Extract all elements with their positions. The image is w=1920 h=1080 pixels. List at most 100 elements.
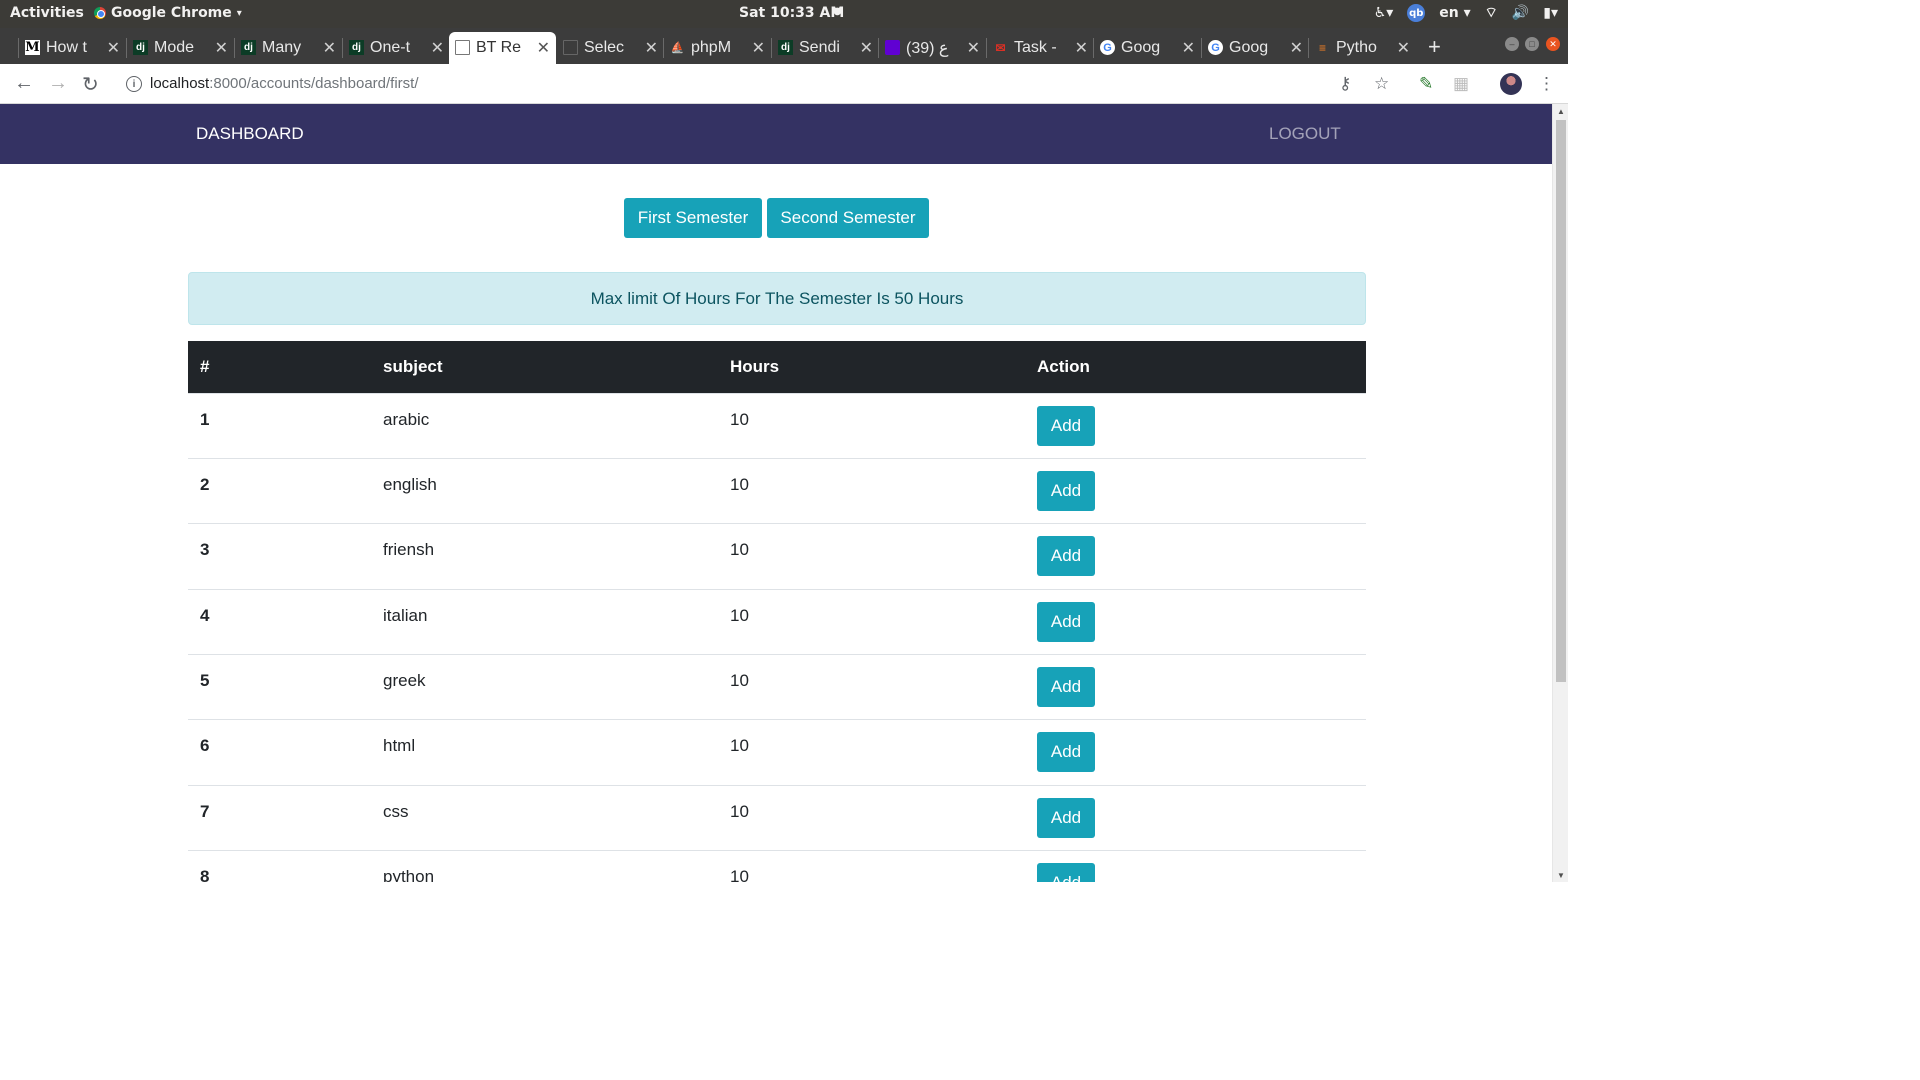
address-bar[interactable]: i localhost:8000/accounts/dashboard/firs… bbox=[120, 70, 1370, 98]
maximize-icon[interactable]: □ bbox=[1525, 37, 1539, 51]
close-icon[interactable]: ✕ bbox=[1290, 38, 1303, 58]
browser-tab[interactable]: dj One-t ✕ bbox=[342, 32, 450, 64]
add-button[interactable]: Add bbox=[1037, 602, 1095, 642]
language-indicator[interactable]: en ▾ bbox=[1439, 5, 1470, 21]
scrollbar-thumb[interactable] bbox=[1556, 120, 1566, 682]
tab-title: One-t bbox=[370, 39, 411, 56]
bookmark-star-icon[interactable]: ☆ bbox=[1374, 74, 1389, 94]
logout-link[interactable]: LOGOUT bbox=[1269, 124, 1341, 144]
accessibility-icon[interactable]: ♿▾ bbox=[1374, 5, 1394, 21]
document-icon bbox=[563, 40, 578, 55]
django-icon: dj bbox=[241, 40, 256, 55]
close-icon[interactable]: ✕ bbox=[215, 38, 228, 58]
add-button[interactable]: Add bbox=[1037, 798, 1095, 838]
browser-tab[interactable]: G Goog ✕ bbox=[1201, 32, 1309, 64]
browser-tab[interactable]: dj Many ✕ bbox=[234, 32, 342, 64]
browser-tab-active[interactable]: BT Re ✕ bbox=[449, 32, 556, 64]
back-button[interactable]: ← bbox=[14, 72, 34, 95]
app-menu[interactable]: Google Chrome ▾ bbox=[94, 5, 242, 21]
tab-title: phpM bbox=[691, 39, 732, 56]
hours-cell: 10 bbox=[730, 736, 749, 755]
hours-cell: 10 bbox=[730, 475, 749, 494]
scroll-down-icon[interactable]: ▼ bbox=[1557, 871, 1565, 880]
close-icon[interactable]: ✕ bbox=[752, 38, 765, 58]
hours-cell: 10 bbox=[730, 671, 749, 690]
row-number: 2 bbox=[200, 475, 210, 494]
table-row: 7 css 10 Add bbox=[188, 785, 1366, 850]
extension-icon[interactable]: ▦ bbox=[1453, 74, 1469, 94]
qbittorrent-icon[interactable]: qb bbox=[1407, 4, 1426, 22]
extension-icon[interactable]: ✎ bbox=[1419, 74, 1433, 94]
key-icon[interactable]: ⚷ bbox=[1339, 74, 1351, 94]
close-icon[interactable]: ✕ bbox=[431, 38, 444, 58]
wifi-icon[interactable]: ⌔ bbox=[1485, 4, 1498, 22]
browser-tab[interactable]: ⛵ phpM ✕ bbox=[663, 32, 771, 64]
add-button[interactable]: Add bbox=[1037, 863, 1095, 882]
forward-button[interactable]: → bbox=[48, 72, 68, 95]
browser-tab[interactable]: ≡ Pytho ✕ bbox=[1308, 32, 1416, 64]
close-icon[interactable]: ✕ bbox=[323, 38, 336, 58]
yahoo-mail-icon bbox=[885, 40, 900, 55]
column-header: Action bbox=[1037, 357, 1090, 376]
browser-tab[interactable]: (39) ع ✕ bbox=[878, 32, 986, 64]
tab-title: How t bbox=[46, 39, 87, 56]
close-icon[interactable]: ✕ bbox=[1397, 38, 1410, 58]
chrome-icon bbox=[94, 7, 106, 19]
hours-cell: 10 bbox=[730, 867, 749, 882]
first-semester-button[interactable]: First Semester bbox=[624, 198, 762, 238]
page-viewport: DASHBOARD LOGOUT First Semester Second S… bbox=[0, 104, 1552, 882]
add-button[interactable]: Add bbox=[1037, 732, 1095, 772]
close-icon[interactable]: ✕ bbox=[967, 38, 980, 58]
app-name: Google Chrome bbox=[111, 5, 232, 21]
close-icon[interactable]: ✕ bbox=[860, 38, 873, 58]
volume-icon[interactable]: 🔊 bbox=[1512, 5, 1529, 21]
subject-cell: arabic bbox=[383, 410, 430, 429]
notification-dot-icon: ● bbox=[833, 6, 842, 17]
add-button[interactable]: Add bbox=[1037, 406, 1095, 446]
clock[interactable]: Sat 10:33 AM bbox=[739, 5, 844, 21]
hours-cell: 10 bbox=[730, 410, 749, 429]
add-button[interactable]: Add bbox=[1037, 667, 1095, 707]
hours-cell: 10 bbox=[730, 540, 749, 559]
browser-tab[interactable]: G Goog ✕ bbox=[1093, 32, 1201, 64]
profile-avatar[interactable] bbox=[1500, 73, 1522, 95]
close-icon[interactable]: ✕ bbox=[645, 38, 658, 58]
activities-button[interactable]: Activities bbox=[10, 5, 84, 21]
new-tab-button[interactable]: + bbox=[1428, 34, 1441, 60]
browser-tab[interactable]: M How t ✕ bbox=[18, 32, 126, 64]
subject-cell: greek bbox=[383, 671, 426, 690]
row-number: 5 bbox=[200, 671, 210, 690]
browser-tab[interactable]: dj Mode ✕ bbox=[126, 32, 234, 64]
scroll-up-icon[interactable]: ▲ bbox=[1557, 107, 1565, 116]
reload-button[interactable]: ↻ bbox=[82, 72, 99, 97]
close-icon[interactable]: ✕ bbox=[1182, 38, 1195, 58]
django-icon: dj bbox=[133, 40, 148, 55]
close-icon[interactable]: ✕ bbox=[537, 38, 550, 58]
url-text[interactable]: localhost:8000/accounts/dashboard/first/ bbox=[150, 75, 419, 92]
browser-tab[interactable]: ✉ Task - ✕ bbox=[986, 32, 1094, 64]
second-semester-button[interactable]: Second Semester bbox=[767, 198, 929, 238]
row-number: 8 bbox=[200, 867, 210, 882]
dashboard-link[interactable]: DASHBOARD bbox=[196, 124, 304, 144]
stackoverflow-icon: ≡ bbox=[1318, 40, 1326, 55]
menu-icon[interactable]: ⋮ bbox=[1538, 74, 1555, 94]
tab-title: Task - bbox=[1014, 39, 1057, 56]
browser-tab[interactable]: dj Sendi ✕ bbox=[771, 32, 879, 64]
site-info-icon[interactable]: i bbox=[126, 76, 142, 92]
add-button[interactable]: Add bbox=[1037, 536, 1095, 576]
add-button[interactable]: Add bbox=[1037, 471, 1095, 511]
url-path: :8000/accounts/dashboard/first/ bbox=[209, 75, 419, 92]
close-window-icon[interactable]: ✕ bbox=[1546, 37, 1560, 51]
battery-icon[interactable]: ▮▾ bbox=[1543, 5, 1558, 21]
table-row: 1 arabic 10 Add bbox=[188, 393, 1366, 458]
table-row: 4 italian 10 Add bbox=[188, 589, 1366, 654]
close-icon[interactable]: ✕ bbox=[107, 38, 120, 58]
page-scrollbar[interactable]: ▲ ▼ bbox=[1552, 104, 1568, 882]
document-icon bbox=[455, 40, 470, 55]
django-icon: dj bbox=[349, 40, 364, 55]
tab-title: Pytho bbox=[1336, 39, 1377, 56]
close-icon[interactable]: ✕ bbox=[1075, 38, 1088, 58]
browser-tab[interactable]: Selec ✕ bbox=[557, 32, 664, 64]
minimize-icon[interactable]: – bbox=[1505, 37, 1519, 51]
tab-title: Mode bbox=[154, 39, 195, 56]
